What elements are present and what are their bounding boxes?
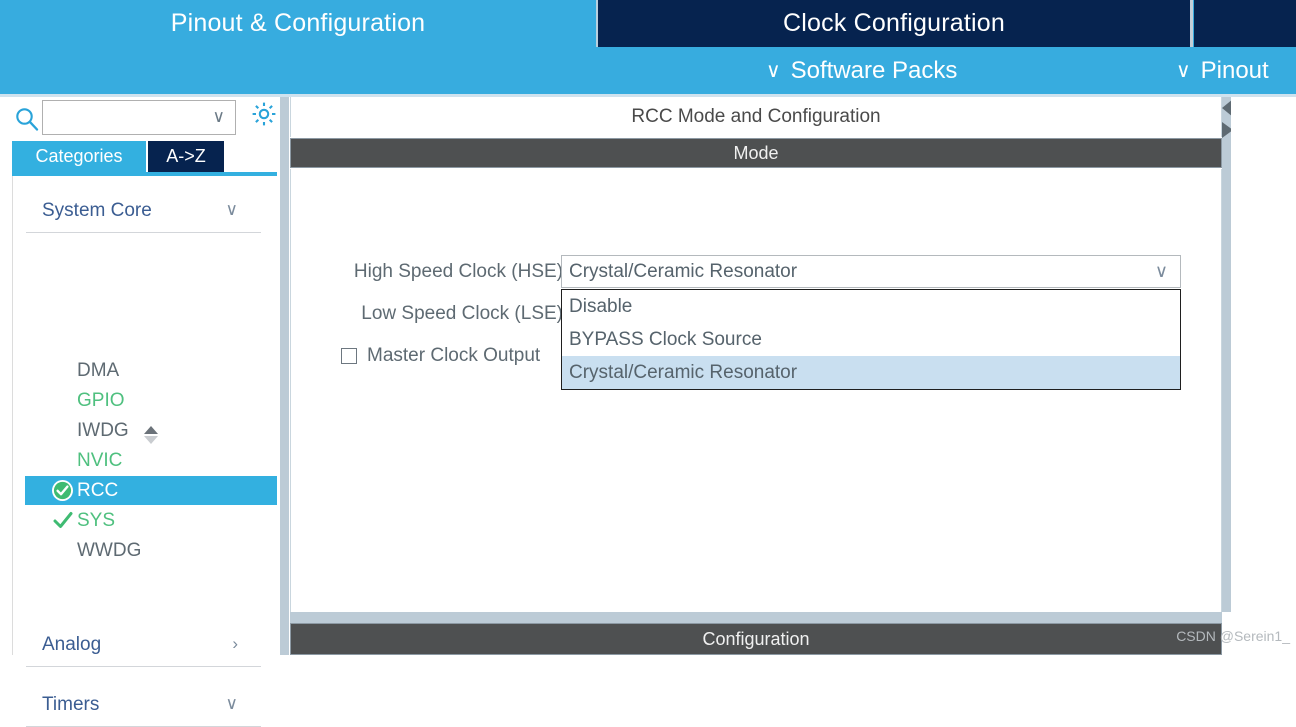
menu-pinout-label: Pinout (1200, 56, 1269, 84)
top-bar: Pinout & Configuration Clock Configurati… (0, 0, 1296, 94)
watermark: CSDN @Serein1_ (1176, 628, 1290, 644)
sidebar-item-dma-label: DMA (77, 359, 120, 381)
category-analog[interactable]: Analog › (13, 624, 260, 666)
page-title-label: RCC Mode and Configuration (631, 106, 881, 127)
configuration-section-header-label: Configuration (702, 628, 810, 649)
dropdown-option-bypass-clock-source[interactable]: BYPASS Clock Source (562, 323, 1180, 356)
sidebar-item-wwdg[interactable]: WWDG (25, 536, 278, 565)
search-icon (14, 106, 40, 132)
category-timers[interactable]: Timers ∨ (13, 684, 260, 726)
sidebar-item-sys[interactable]: SYS (25, 506, 278, 535)
sidebar-item-rcc-label: RCC (77, 479, 119, 501)
dropdown-option-crystal-ceramic-resonator[interactable]: Crystal/Ceramic Resonator (562, 356, 1180, 389)
tab-a-to-z-label: A->Z (166, 146, 206, 166)
tab-categories[interactable]: Categories (12, 141, 146, 172)
menu-software-packs[interactable]: ∨ Software Packs (766, 47, 957, 94)
chevron-down-icon: ∨ (766, 60, 781, 82)
sidebar-view-tabs: Categories A->Z (12, 141, 277, 172)
sidebar-item-iwdg-label: IWDG (77, 419, 129, 441)
dropdown-option-crystal-ceramic-resonator-label: Crystal/Ceramic Resonator (569, 361, 798, 383)
menu-pinout[interactable]: ∨ Pinout (1176, 47, 1269, 94)
tab-pinout-configuration-label: Pinout & Configuration (170, 9, 426, 37)
check-icon (53, 511, 73, 530)
tab-overflow-area[interactable] (1194, 0, 1296, 47)
hse-mode-dropdown-list[interactable]: Disable BYPASS Clock Source Crystal/Cera… (561, 289, 1181, 390)
sidebar-tree: System Core ∨ DMA GPIO IWDG NVIC RCC SYS… (12, 176, 278, 727)
divider (26, 666, 261, 667)
configuration-section-header[interactable]: Configuration (290, 623, 1222, 655)
hse-mode-select-value: Crystal/Ceramic Resonator (569, 260, 798, 282)
sidebar-item-iwdg[interactable]: IWDG (25, 416, 278, 445)
master-clock-output-checkbox-row[interactable]: Master Clock Output (341, 345, 540, 367)
chevron-down-icon: ∨ (225, 200, 238, 219)
secondary-menu-row: ∨ Software Packs ∨ Pinout (0, 47, 1296, 94)
category-system-core[interactable]: System Core ∨ (13, 190, 260, 232)
chevron-down-icon: ∨ (225, 694, 238, 713)
category-system-core-label: System Core (42, 200, 152, 221)
sidebar-item-wwdg-label: WWDG (77, 539, 142, 561)
search-row: ∨ (0, 97, 277, 141)
main-panel: RCC Mode and Configuration Mode High Spe… (290, 97, 1222, 655)
sidebar-item-rcc[interactable]: RCC (25, 476, 278, 505)
dropdown-option-disable-label: Disable (569, 295, 633, 317)
configuration-bar-gap (290, 612, 1222, 623)
tab-divider-right (1190, 0, 1193, 47)
tab-a-to-z[interactable]: A->Z (148, 141, 224, 172)
category-timers-label: Timers (42, 694, 100, 715)
mode-section-header: Mode (290, 138, 1222, 168)
divider (26, 232, 261, 233)
sidebar-item-sys-label: SYS (77, 509, 116, 531)
chevron-down-icon[interactable]: ∨ (1155, 261, 1168, 282)
lse-label: Low Speed Clock (LSE) (361, 303, 563, 324)
hse-mode-select[interactable]: Crystal/Ceramic Resonator ∨ (561, 255, 1181, 288)
hse-label: High Speed Clock (HSE) (353, 261, 563, 282)
tab-clock-configuration-label: Clock Configuration (783, 9, 1005, 37)
check-circle-icon (52, 480, 73, 501)
sidebar-item-gpio[interactable]: GPIO (25, 386, 278, 415)
sidebar-item-nvic[interactable]: NVIC (25, 446, 278, 475)
sidebar-item-gpio-label: GPIO (77, 389, 125, 411)
dropdown-option-bypass-clock-source-label: BYPASS Clock Source (569, 328, 762, 350)
main-tab-row: Pinout & Configuration Clock Configurati… (0, 0, 1296, 47)
right-empty-area (1231, 97, 1296, 655)
master-clock-output-label: Master Clock Output (367, 345, 541, 366)
category-analog-label: Analog (42, 634, 102, 655)
tab-clock-configuration[interactable]: Clock Configuration (598, 0, 1190, 47)
page-title: RCC Mode and Configuration (290, 97, 1222, 137)
mode-section-body: High Speed Clock (HSE) Low Speed Clock (… (290, 169, 1222, 613)
chevron-down-icon[interactable]: ∨ (213, 107, 225, 127)
tab-pinout-configuration[interactable]: Pinout & Configuration (0, 0, 596, 47)
chevron-right-icon: › (232, 634, 238, 653)
panel-splitter-handle[interactable] (280, 97, 289, 655)
search-input[interactable]: ∨ (42, 100, 236, 135)
dropdown-option-disable[interactable]: Disable (562, 290, 1180, 323)
master-clock-output-checkbox[interactable] (341, 348, 357, 364)
chevron-down-icon: ∨ (1176, 60, 1191, 82)
tab-categories-label: Categories (35, 146, 123, 166)
sidebar-item-dma[interactable]: DMA (25, 356, 278, 385)
sidebar-item-nvic-label: NVIC (77, 449, 123, 471)
sidebar: ∨ Categories A->Z System Core ∨ DMA GPIO (0, 97, 278, 727)
menu-software-packs-label: Software Packs (790, 56, 958, 84)
panel-collapse-rail[interactable] (1222, 97, 1231, 612)
mode-section-header-label: Mode (733, 142, 779, 163)
gear-icon[interactable] (250, 100, 278, 128)
